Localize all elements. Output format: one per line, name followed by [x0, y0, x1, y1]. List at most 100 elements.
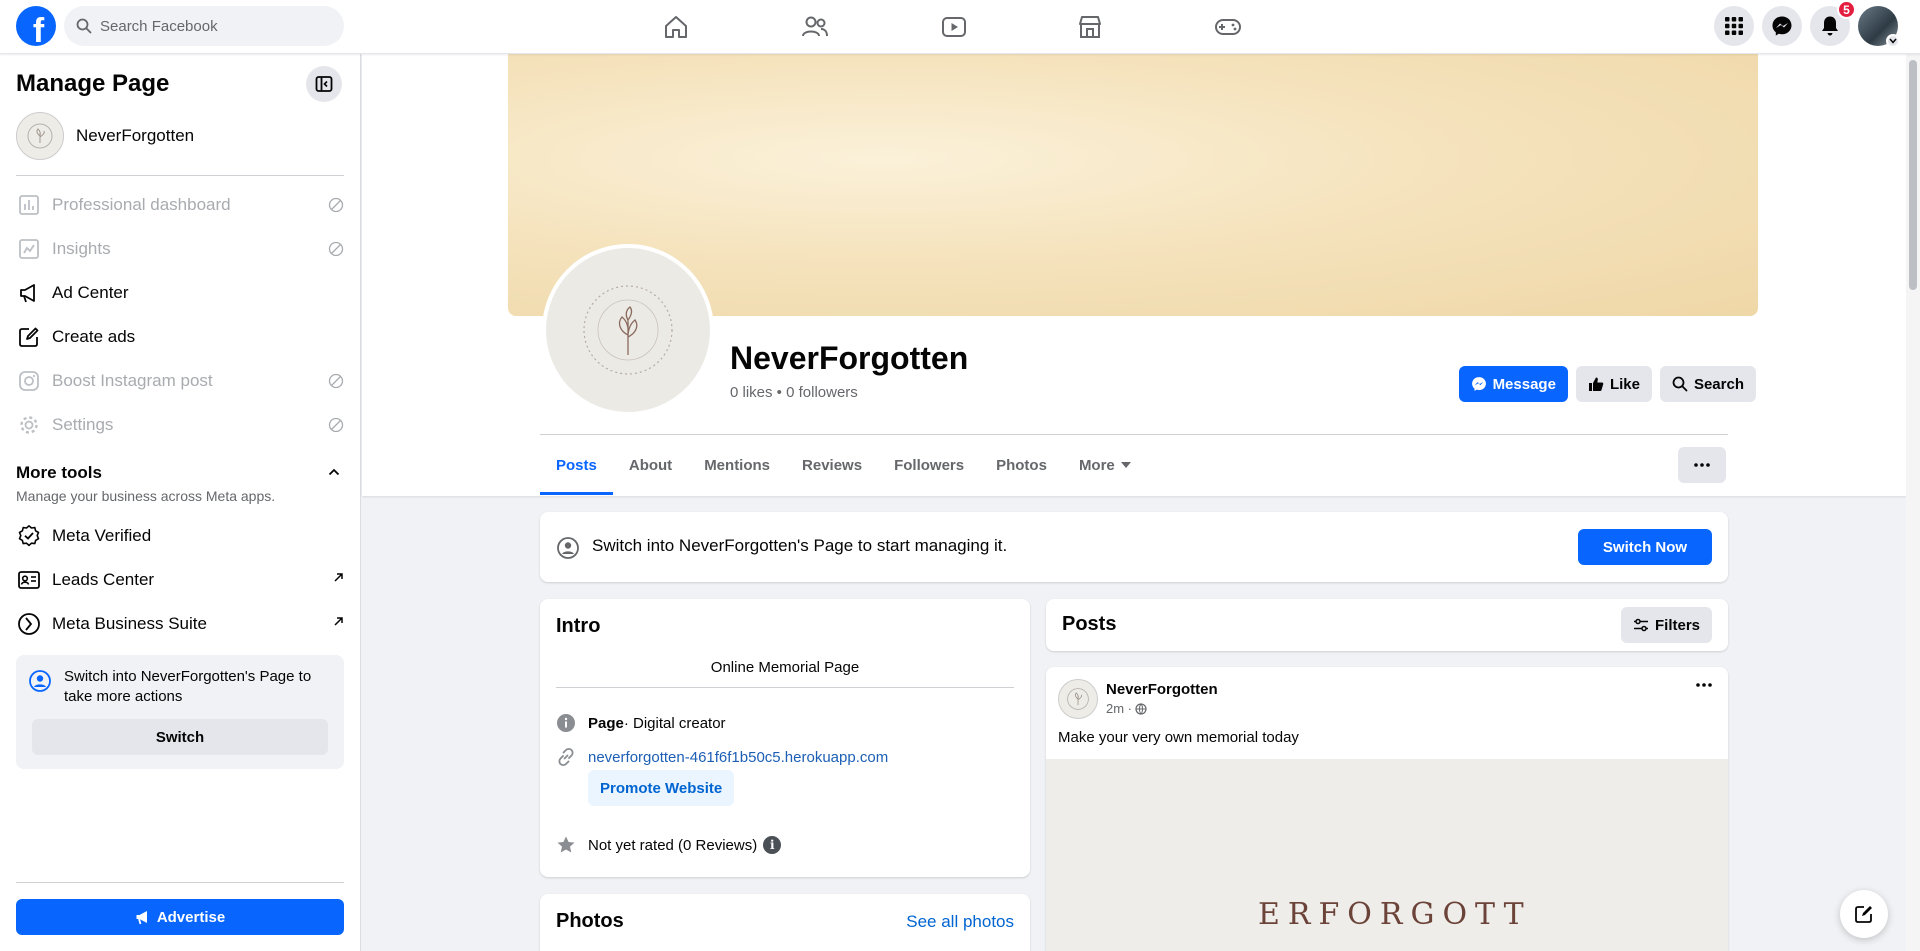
notice-text: Switch into NeverForgotten's Page to sta… — [592, 536, 1008, 555]
collapse-sidebar-button[interactable] — [306, 66, 342, 102]
profile-avatar[interactable] — [1858, 6, 1900, 48]
sidebar-toggle-icon — [315, 76, 333, 92]
search-icon — [1672, 376, 1688, 392]
rating-text: Not yet rated (0 Reviews) — [588, 836, 758, 854]
sidebar-item-label: Leads Center — [52, 570, 155, 589]
tab-reviews[interactable]: Reviews — [786, 435, 878, 495]
external-link-icon — [332, 616, 344, 628]
posts-heading: Posts — [1062, 613, 1117, 635]
ellipsis-icon — [1696, 683, 1712, 687]
page-scrollbar[interactable] — [1906, 54, 1920, 951]
meta-business-suite-icon — [16, 611, 42, 637]
sidebar-item-meta-verified[interactable]: Meta Verified — [16, 516, 344, 556]
switch-now-button[interactable]: Switch Now — [1578, 529, 1712, 565]
page-more-options-button[interactable] — [1678, 447, 1726, 483]
search-page-button[interactable]: Search — [1659, 366, 1756, 402]
post-image[interactable]: ERFORGOTT — [1046, 759, 1728, 951]
friends-tab[interactable] — [795, 8, 835, 46]
search-icon — [76, 18, 92, 34]
link-icon — [556, 747, 576, 767]
search-box[interactable] — [64, 6, 344, 46]
search-label: Search — [1693, 375, 1744, 393]
sidebar-item-professional-dashboard[interactable]: Professional dashboard — [16, 185, 344, 225]
notifications-button[interactable]: 5 — [1810, 0, 1856, 46]
intro-category-row: Page · Digital creator — [556, 713, 726, 733]
sidebar-page-profile[interactable]: NeverForgotten — [16, 112, 194, 160]
rating-info-icon[interactable]: i — [763, 836, 782, 854]
switch-button[interactable]: Switch — [32, 719, 328, 755]
messenger-button[interactable] — [1762, 6, 1802, 46]
post-image-logo-text: ERFORGOTT — [1258, 897, 1532, 932]
switch-profile-card: Switch into NeverForgotten's Page to tak… — [16, 655, 344, 769]
advertise-button[interactable]: Advertise — [16, 899, 344, 935]
tab-more[interactable]: More — [1063, 435, 1147, 495]
sidebar-page-name: NeverForgotten — [76, 126, 195, 145]
facebook-logo[interactable]: f — [16, 6, 56, 46]
promote-website-button[interactable]: Promote Website — [588, 770, 735, 806]
intro-bio: Online Memorial Page — [710, 659, 860, 676]
new-message-button[interactable] — [1840, 890, 1888, 938]
tab-photos[interactable]: Photos — [980, 435, 1063, 495]
search-input[interactable] — [100, 17, 320, 35]
profile-switch-icon — [556, 536, 580, 560]
menu-button[interactable] — [1714, 6, 1754, 46]
page-header: NeverForgotten 0 likes • 0 followers Mes… — [362, 54, 1906, 496]
bell-icon — [1822, 16, 1838, 36]
chevron-up-icon[interactable] — [328, 468, 340, 476]
posts-header-card: Posts Filters — [1046, 599, 1728, 651]
like-button[interactable]: Like — [1575, 366, 1652, 402]
sidebar-item-boost-instagram-post[interactable]: Boost Instagram post — [16, 361, 344, 401]
gaming-tab[interactable] — [1208, 8, 1248, 46]
post-options-button[interactable] — [1696, 683, 1712, 687]
sidebar-item-label: Ad Center — [52, 283, 129, 302]
sidebar-item-settings[interactable]: Settings — [16, 405, 344, 445]
intro-rating-row: Not yet rated (0 Reviews) i — [556, 835, 782, 855]
post-author[interactable]: NeverForgotten — [1106, 681, 1218, 698]
marketplace-tab[interactable] — [1070, 8, 1110, 46]
caret-down-icon — [1120, 462, 1131, 468]
divider — [16, 175, 344, 176]
blocked-icon — [328, 417, 344, 433]
sidebar-item-insights[interactable]: Insights — [16, 229, 344, 269]
message-button[interactable]: Message — [1458, 366, 1568, 402]
compose-icon — [1855, 906, 1872, 923]
tab-mentions[interactable]: Mentions — [688, 435, 786, 495]
see-all-photos-link[interactable]: See all photos — [906, 912, 1014, 932]
grid-menu-icon — [1725, 17, 1743, 35]
website-link[interactable]: neverforgotten-461f6f1b50c5.herokuapp.co… — [588, 749, 888, 766]
sidebar-item-ad-center[interactable]: Ad Center — [16, 273, 344, 313]
gear-icon — [16, 412, 42, 438]
sidebar-item-label: Professional dashboard — [52, 195, 231, 214]
tab-followers[interactable]: Followers — [878, 435, 980, 495]
more-tools-subtitle: Manage your business across Meta apps. — [16, 488, 276, 504]
sidebar-item-leads-center[interactable]: Leads Center — [16, 560, 344, 600]
scrollbar-thumb[interactable] — [1909, 60, 1917, 290]
tab-posts[interactable]: Posts — [540, 435, 613, 495]
info-icon — [556, 713, 576, 733]
tab-about[interactable]: About — [613, 435, 688, 495]
account-controls: 5 — [1714, 0, 1900, 48]
home-tab[interactable] — [656, 8, 696, 46]
friends-icon — [802, 16, 828, 37]
dashboard-icon — [16, 192, 42, 218]
blocked-icon — [328, 197, 344, 213]
photos-heading: Photos — [556, 910, 624, 932]
like-label: Like — [1609, 375, 1640, 393]
top-navigation-bar: f 5 — [0, 0, 1920, 54]
page-avatar — [16, 112, 64, 160]
switch-profile-notice: Switch into NeverForgotten's Page to sta… — [540, 512, 1728, 582]
post-time[interactable]: 2m · — [1106, 701, 1132, 716]
post-author-avatar[interactable] — [1058, 679, 1098, 719]
sidebar-title: Manage Page — [16, 70, 170, 97]
filters-button[interactable]: Filters — [1620, 607, 1712, 643]
watch-tab[interactable] — [934, 8, 974, 46]
page-profile-picture[interactable] — [542, 244, 714, 416]
manage-page-sidebar: Manage Page NeverForgotten Professional … — [0, 54, 361, 951]
verified-badge-icon — [16, 523, 42, 549]
sidebar-item-meta-business-suite[interactable]: Meta Business Suite — [16, 604, 344, 644]
messenger-icon — [1772, 16, 1792, 36]
intro-category-bold: Page — [588, 714, 624, 732]
switch-card-text: Switch into NeverForgotten's Page to tak… — [64, 668, 312, 705]
post-card: NeverForgotten 2m · Make your very own m… — [1046, 667, 1728, 951]
sidebar-item-create-ads[interactable]: Create ads — [16, 317, 344, 357]
